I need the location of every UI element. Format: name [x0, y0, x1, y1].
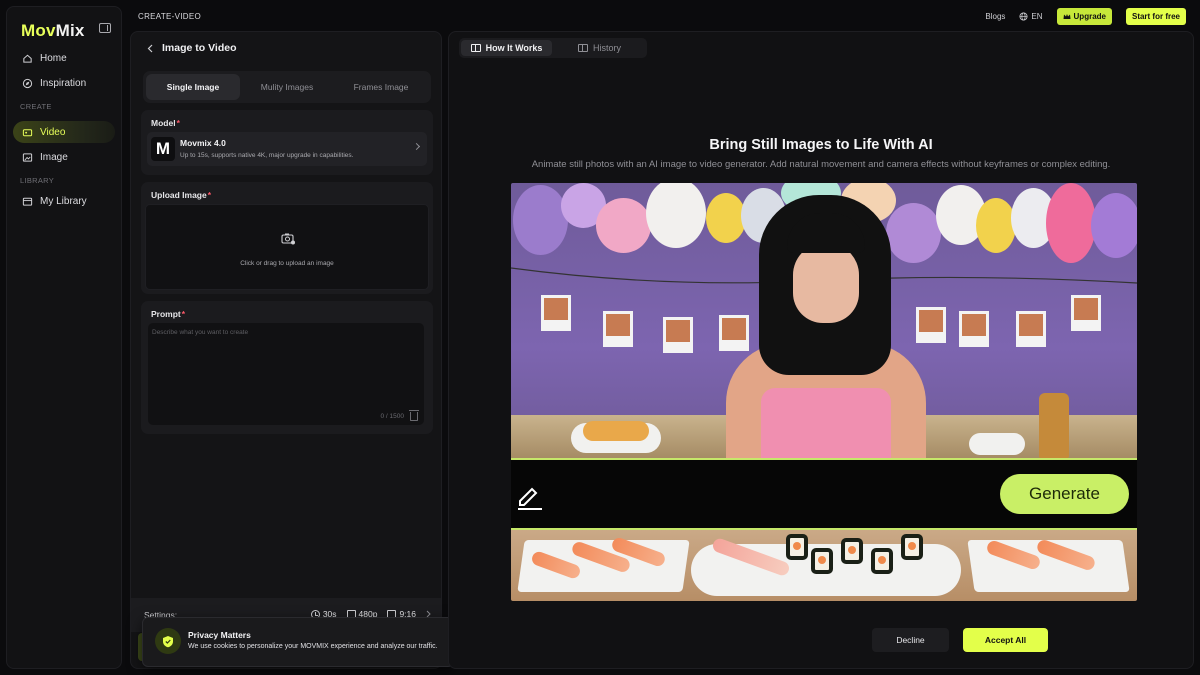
sidebar-item-label: Video — [40, 126, 66, 138]
sidebar-item-label: My Library — [40, 195, 87, 207]
upload-card: Upload Image* Click or drag to upload an… — [141, 182, 433, 294]
cookie-text: We use cookies to personalize your MOVMI… — [188, 643, 438, 650]
home-icon — [21, 52, 33, 64]
app-logo[interactable]: MovMix — [21, 21, 85, 41]
section-create: CREATE — [20, 102, 52, 111]
demo-photo — [511, 183, 1137, 463]
model-label: Model* — [151, 118, 180, 128]
model-logo: M — [151, 137, 175, 161]
crown-icon — [1063, 14, 1071, 19]
sidebar-item-label: Inspiration — [40, 77, 87, 89]
logo-rest: Mix — [55, 21, 85, 40]
sidebar-item-label: Home — [40, 52, 67, 64]
mode-single-image[interactable]: Single Image — [146, 74, 240, 100]
demo-illustration: Generate — [511, 183, 1137, 601]
decline-button[interactable]: Decline — [872, 628, 949, 652]
generate-strip: Generate — [511, 458, 1137, 530]
folder-icon — [21, 195, 33, 207]
generate-button[interactable]: Generate — [1000, 474, 1129, 514]
sidebar-item-home[interactable]: Home — [13, 47, 115, 69]
history-icon — [577, 44, 588, 52]
mode-frames-image[interactable]: Frames Image — [334, 74, 428, 100]
cookie-banner: Privacy Matters We use cookies to person… — [142, 617, 454, 667]
sidebar-item-inspiration[interactable]: Inspiration — [13, 72, 115, 94]
preview-tabs: How It Works History — [459, 38, 647, 58]
tab-how-it-works[interactable]: How It Works — [461, 40, 552, 56]
sidebar: MovMix Home Inspiration CREATE Video Ima… — [6, 6, 122, 669]
model-card: Model* M Movmix 4.0 Up to 15s, supports … — [141, 110, 433, 175]
panel-title: Image to Video — [162, 42, 237, 54]
compass-icon — [21, 77, 33, 89]
upload-label: Upload Image* — [151, 190, 212, 200]
prompt-textarea[interactable]: Describe what you want to create 0 / 150… — [148, 323, 424, 425]
breadcrumb: CREATE-VIDEO — [138, 12, 202, 21]
create-panel: Image to Video Single Image Mulity Image… — [130, 31, 442, 669]
model-description: Up to 15s, supports native 4K, major upg… — [180, 152, 354, 159]
upgrade-button[interactable]: Upgrade — [1056, 8, 1112, 25]
sidebar-item-video[interactable]: Video — [13, 121, 115, 143]
collapse-sidebar-icon[interactable] — [99, 23, 111, 33]
hero-subtitle: Animate still photos with an AI image to… — [531, 159, 1111, 170]
prompt-label: Prompt* — [151, 309, 186, 319]
language-label: EN — [1031, 12, 1043, 21]
model-name: Movmix 4.0 — [180, 138, 226, 148]
prompt-card: Prompt* Describe what you want to create… — [141, 301, 433, 434]
upload-dropzone[interactable]: Click or drag to upload an image — [145, 204, 429, 290]
section-library: LIBRARY — [20, 176, 55, 185]
shield-icon — [155, 628, 181, 654]
sushi-photo — [511, 530, 1137, 601]
mode-multiple-images[interactable]: Mulity Images — [240, 74, 334, 100]
sidebar-item-image[interactable]: Image — [13, 146, 115, 168]
prompt-placeholder: Describe what you want to create — [152, 329, 249, 336]
trash-icon[interactable] — [409, 410, 419, 421]
video-icon — [21, 126, 33, 138]
upload-hint: Click or drag to upload an image — [240, 260, 334, 267]
cookie-actions: Decline Accept All — [872, 628, 1048, 652]
logo-accent: Mov — [21, 21, 56, 40]
model-selector[interactable]: M Movmix 4.0 Up to 15s, supports native … — [147, 132, 427, 166]
sidebar-item-label: Image — [40, 151, 68, 163]
preview-panel: How It Works History Bring Still Images … — [448, 31, 1194, 669]
sidebar-item-my-library[interactable]: My Library — [13, 190, 115, 212]
blogs-link[interactable]: Blogs — [985, 12, 1005, 21]
edit-icon — [518, 487, 542, 510]
chevron-right-icon — [412, 142, 421, 151]
back-chevron-icon[interactable] — [147, 44, 153, 53]
camera-plus-icon — [281, 233, 295, 245]
image-icon — [21, 151, 33, 163]
cookie-title: Privacy Matters — [188, 630, 251, 640]
top-actions: Blogs EN Upgrade Start for free — [985, 8, 1186, 25]
accept-all-button[interactable]: Accept All — [963, 628, 1048, 652]
tab-history[interactable]: History — [554, 40, 645, 56]
mode-selector: Single Image Mulity Images Frames Image — [143, 71, 431, 103]
upgrade-label: Upgrade — [1073, 12, 1106, 21]
start-free-button[interactable]: Start for free — [1125, 8, 1186, 25]
hero-title: Bring Still Images to Life With AI — [709, 137, 933, 153]
globe-icon — [1019, 12, 1028, 21]
prompt-counter: 0 / 1500 — [380, 413, 405, 420]
panel-header: Image to Video — [147, 42, 237, 54]
language-selector[interactable]: EN — [1019, 12, 1043, 21]
book-icon — [470, 44, 481, 52]
